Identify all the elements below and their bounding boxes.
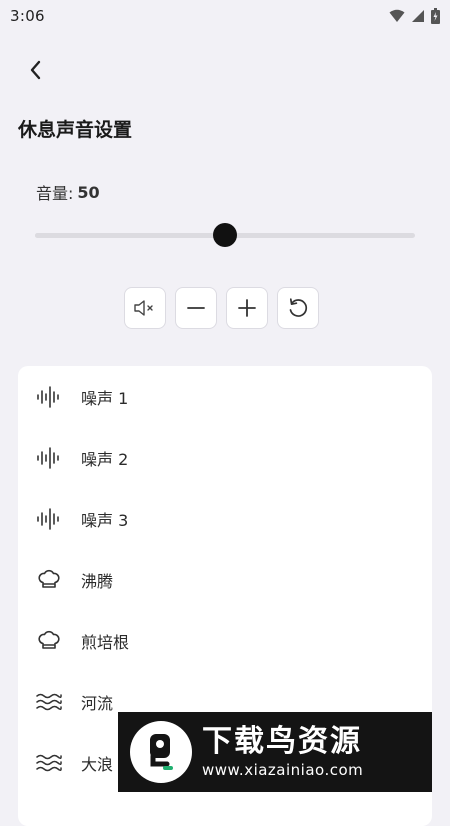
waves-icon (36, 689, 62, 715)
list-item-label: 噪声 1 (81, 388, 129, 408)
list-item-boiling[interactable]: 沸腾 (18, 549, 432, 610)
list-item-frying-bacon[interactable]: 煎培根 (18, 610, 432, 671)
waves-icon (36, 750, 62, 776)
waveform-icon (36, 384, 62, 410)
list-item-label: 河流 (81, 693, 114, 713)
minus-icon (187, 307, 205, 309)
chevron-left-icon (30, 60, 41, 80)
volume-up-button[interactable] (226, 287, 268, 329)
list-item-noise-3[interactable]: 噪声 3 (18, 488, 432, 549)
watermark-logo (130, 721, 192, 783)
wifi-icon (389, 9, 405, 22)
volume-value: 50 (77, 182, 100, 202)
waveform-icon (36, 445, 62, 471)
list-item-noise-1[interactable]: 噪声 1 (18, 366, 432, 427)
volume-down-button[interactable] (175, 287, 217, 329)
reset-button[interactable] (277, 287, 319, 329)
status-icons (389, 8, 440, 24)
volume-controls (124, 287, 319, 329)
list-item-label: 沸腾 (81, 571, 114, 591)
waveform-icon (36, 506, 62, 532)
list-item-label: 噪声 2 (81, 449, 129, 469)
back-button[interactable] (22, 56, 50, 84)
watermark-url: www.xiazainiao.com (202, 761, 364, 779)
watermark-banner: 下载鸟资源 www.xiazainiao.com (118, 712, 432, 792)
page-title: 休息声音设置 (18, 119, 133, 141)
volume-readout: 音量: 50 (36, 180, 100, 204)
watermark-title: 下载鸟资源 (202, 724, 362, 759)
volume-slider[interactable] (35, 223, 415, 248)
list-item-label: 大浪 (81, 754, 114, 774)
list-item-label: 煎培根 (81, 632, 130, 652)
cell-signal-icon (412, 10, 424, 22)
bird-logo-icon (150, 734, 173, 770)
speaker-mute-icon (134, 300, 153, 316)
slider-fill (35, 233, 225, 238)
slider-thumb[interactable] (213, 223, 237, 247)
status-time: 3:06 (10, 7, 45, 25)
chef-hat-icon (36, 628, 62, 654)
battery-icon (431, 8, 440, 24)
plus-icon (238, 299, 256, 317)
chef-hat-icon (36, 567, 62, 593)
list-item-noise-2[interactable]: 噪声 2 (18, 427, 432, 488)
volume-label: 音量: (36, 184, 74, 203)
watermark-text: 下载鸟资源 www.xiazainiao.com (202, 724, 363, 780)
list-item-label: 噪声 3 (81, 510, 129, 530)
refresh-icon (289, 298, 308, 317)
status-bar: 3:06 (0, 0, 450, 32)
mute-button[interactable] (124, 287, 166, 329)
